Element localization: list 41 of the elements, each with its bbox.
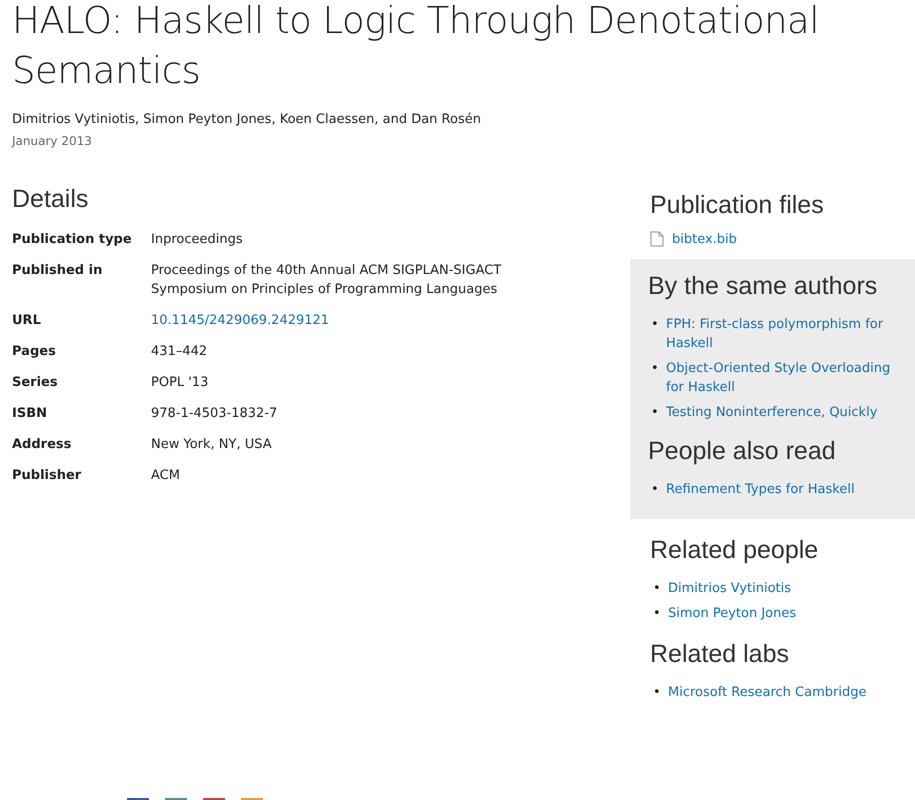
publication-date: January 2013 (12, 132, 93, 150)
bullet: • (650, 360, 660, 378)
related-link[interactable]: FPH: First-class polymorphism for Haskell (666, 315, 897, 353)
related-link[interactable]: Simon Peyton Jones (668, 604, 796, 623)
section-heading: People also read (648, 436, 837, 466)
related-link[interactable]: Dimitrios Vytiniotis (668, 579, 792, 598)
detail-value: New York, NY, USA (151, 436, 272, 454)
section-heading: Publication files (650, 190, 825, 220)
section-heading: By the same authors (648, 271, 878, 301)
detail-value: Proceedings of the 40th Annual ACM SIGPLAN-SIGACT Symposium on Principles of Programming Languages (151, 262, 502, 298)
bullet: • (650, 316, 660, 334)
section-heading: Details (12, 184, 90, 214)
detail-label: Series (12, 374, 59, 392)
detail-value: 431–442 (151, 342, 208, 360)
detail-label: Pages (12, 342, 57, 360)
detail-value: 978-1-4503-1832-7 (151, 404, 278, 422)
file-icon (650, 231, 664, 248)
bullet: • (650, 404, 660, 422)
detail-link[interactable]: 10.1145/2429069.2429121 (151, 312, 330, 328)
related-link[interactable]: Microsoft Research Cambridge (668, 683, 866, 702)
detail-label: ISBN (12, 404, 48, 422)
detail-value: POPL '13 (151, 374, 208, 392)
detail-value: Inproceedings (151, 230, 243, 248)
bullet: • (652, 605, 662, 623)
detail-label: Published in (12, 262, 104, 280)
section-heading: Related people (650, 535, 820, 565)
detail-value: ACM (151, 466, 180, 484)
bullet: • (652, 580, 662, 598)
detail-label: Publisher (12, 466, 82, 484)
detail-label: Publication type (12, 230, 133, 248)
related-link[interactable]: Testing Noninterference, Quickly (666, 403, 878, 422)
file-link[interactable]: bibtex.bib (672, 230, 737, 249)
bullet: • (650, 481, 660, 499)
detail-label: Address (12, 436, 72, 454)
section-heading: Related labs (650, 639, 790, 669)
detail-label: URL (12, 312, 42, 330)
author-list: Dimitrios Vytiniotis, Simon Peyton Jones, Koen Claessen, and Dan Rosén (12, 110, 915, 130)
related-link[interactable]: Object-Oriented Style Overloading for Haskell (666, 359, 897, 397)
bullet: • (652, 684, 662, 702)
related-link[interactable]: Refinement Types for Haskell (666, 480, 855, 499)
page-title: HALO: Haskell to Logic Through Denotational Semantics (12, 0, 820, 94)
